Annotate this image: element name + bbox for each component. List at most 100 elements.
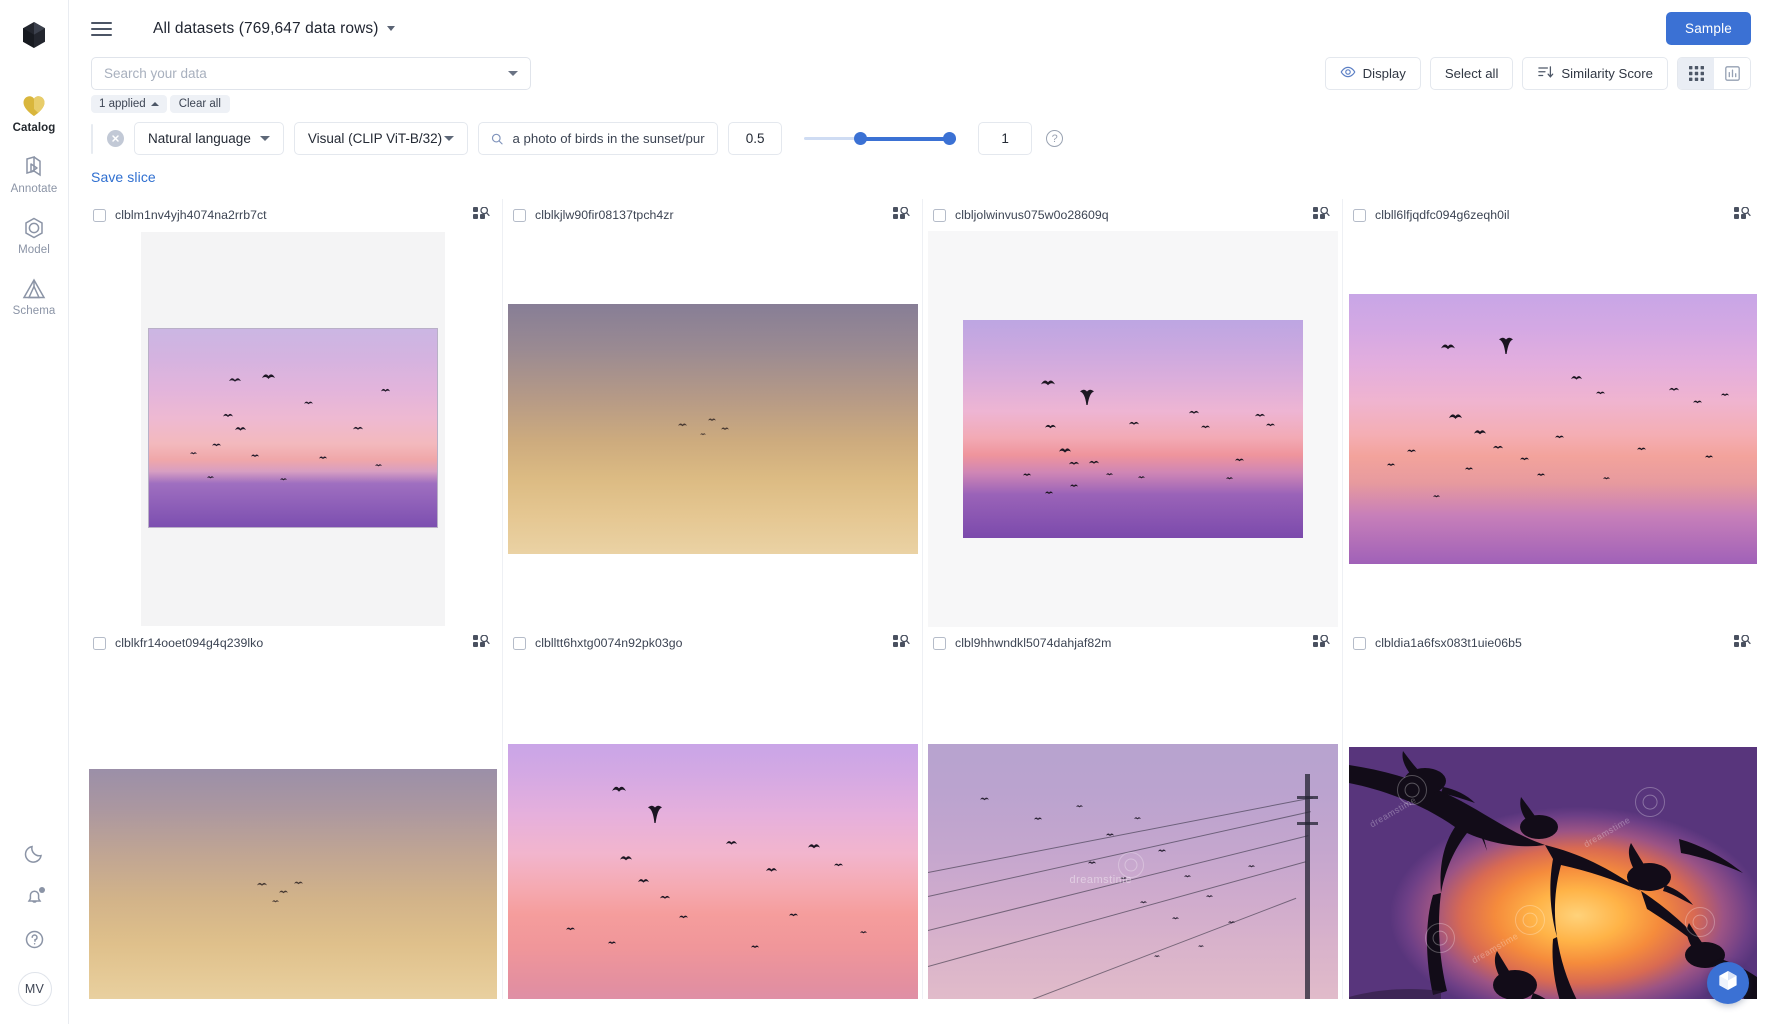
card-id: clblkjlw90fir08137tpch4zr [535, 208, 674, 222]
photo-frame [927, 231, 1338, 627]
search-toolbar-row: Display Select all Similarity Score [69, 57, 1769, 90]
find-similar-icon[interactable] [893, 206, 910, 224]
chart-view-icon[interactable] [1714, 58, 1750, 89]
clear-all-button[interactable]: Clear all [169, 95, 230, 113]
cube-logo-icon[interactable] [17, 18, 51, 52]
pole-crossarm [1296, 822, 1318, 825]
photo-frame [140, 232, 445, 626]
sidebar-item-catalog[interactable]: Catalog [0, 82, 69, 143]
row-select-checkbox[interactable] [513, 636, 526, 650]
search-box[interactable] [91, 57, 531, 90]
bell-icon[interactable] [24, 886, 45, 907]
photo-sunset-large-flock [1349, 294, 1757, 564]
help-circle-icon[interactable]: ? [1046, 130, 1064, 147]
card-id: clbl9hhwndkl5074dahjaf82m [955, 636, 1112, 650]
sample-button[interactable]: Sample [1666, 12, 1751, 45]
hamburger-menu-icon[interactable] [91, 16, 117, 42]
annotate-icon [22, 154, 46, 180]
card-image[interactable] [503, 659, 922, 999]
card-header: clblkfr14ooet094g4q239lko [83, 627, 502, 659]
avatar[interactable]: MV [17, 972, 52, 1006]
slider-knob-high[interactable] [943, 132, 957, 145]
chevron-down-icon[interactable] [508, 71, 518, 76]
sidebar-item-model[interactable]: Model [0, 204, 69, 265]
slider-knob-low[interactable] [854, 132, 868, 145]
find-similar-icon[interactable] [473, 634, 490, 652]
display-label: Display [1362, 66, 1406, 81]
watermark-text: dreamstime [1069, 874, 1132, 886]
grid-card: clbljolwinvus075w0o28609q [923, 199, 1343, 627]
sort-similarity-button[interactable]: Similarity Score [1522, 57, 1668, 90]
grid-card: clblkjlw90fir08137tpch4zr [503, 199, 923, 627]
similarity-range-slider[interactable] [804, 122, 957, 155]
card-image[interactable] [923, 231, 1342, 627]
find-similar-icon[interactable] [1734, 634, 1751, 652]
card-image[interactable] [83, 659, 502, 999]
help-circle-icon[interactable] [24, 929, 45, 950]
threshold-max-value[interactable]: 1 [978, 122, 1033, 155]
sidebar-item-label: Schema [12, 305, 56, 317]
save-slice-button[interactable]: Save slice [69, 155, 1769, 185]
photo-sunset-flock [962, 320, 1303, 538]
power-wire [987, 897, 1296, 999]
filter-bar: Natural language Visual (CLIP ViT-B/32) … [69, 113, 1769, 155]
photo-sunset-haze-birds-2 [88, 769, 497, 999]
find-similar-icon[interactable] [1313, 206, 1330, 224]
filter-model-select[interactable]: Visual (CLIP ViT-B/32) [293, 122, 469, 155]
card-header: clbl9hhwndkl5074dahjaf82m [923, 627, 1342, 659]
find-similar-icon[interactable] [1734, 206, 1751, 224]
applied-count-label: 1 applied [99, 98, 146, 110]
row-select-checkbox[interactable] [93, 208, 106, 222]
filter-query-input[interactable]: a photo of birds in the sunset/purple/r [478, 122, 719, 155]
grid-card: clblltt6hxtg0074n92pk03go [503, 627, 923, 999]
filter-type-label: Natural language [148, 131, 251, 146]
card-image[interactable]: dreamstime [923, 659, 1342, 999]
card-header: clblkjlw90fir08137tpch4zr [503, 199, 922, 231]
power-wire [927, 811, 1311, 897]
row-select-checkbox[interactable] [1353, 208, 1366, 222]
watermark-ring [1117, 852, 1144, 878]
rail-bottom-group: MV [0, 843, 69, 1006]
row-select-checkbox[interactable] [933, 636, 946, 650]
row-select-checkbox[interactable] [513, 208, 526, 222]
view-toggle-group [1677, 57, 1751, 90]
branch-silhouette [1349, 751, 1757, 999]
card-image[interactable] [1343, 231, 1763, 627]
moon-icon[interactable] [24, 843, 45, 864]
chevron-down-icon [259, 136, 270, 141]
sidebar-item-annotate[interactable]: Annotate [0, 143, 69, 204]
dataset-selector[interactable]: All datasets (769,647 data rows) [153, 20, 395, 38]
card-image[interactable] [83, 231, 502, 627]
cube-logo-icon [1718, 970, 1738, 996]
card-image[interactable]: dreamstime dreamstime dreamstime [1343, 659, 1763, 999]
search-input[interactable] [104, 66, 508, 81]
card-id: clbljolwinvus075w0o28609q [955, 208, 1109, 222]
card-image[interactable] [503, 231, 922, 627]
find-similar-icon[interactable] [473, 206, 490, 224]
grid-view-icon[interactable] [1678, 58, 1714, 89]
utility-pole [1304, 774, 1310, 999]
row-select-checkbox[interactable] [93, 636, 106, 650]
row-select-checkbox[interactable] [1353, 636, 1366, 650]
select-all-button[interactable]: Select all [1429, 57, 1514, 90]
row-select-checkbox[interactable] [933, 208, 946, 222]
find-similar-icon[interactable] [1313, 634, 1330, 652]
grid-card: clbl9hhwndkl5074dahjaf82m dreamstime [923, 627, 1343, 999]
slider-fill [858, 136, 957, 141]
model-hexagon-icon [22, 215, 46, 241]
chevron-down-icon [444, 136, 455, 141]
filter-type-select[interactable]: Natural language [134, 122, 284, 155]
sidebar-item-schema[interactable]: Schema [0, 265, 69, 326]
grid-card: clbldia1a6fsx083t1uie06b5 dreamstime dre… [1343, 627, 1763, 999]
display-button[interactable]: Display [1324, 57, 1421, 90]
assistant-fab[interactable] [1707, 962, 1749, 1004]
applied-count-chip[interactable]: 1 applied [91, 95, 167, 113]
threshold-min-value[interactable]: 0.5 [728, 122, 783, 155]
sidebar-item-label: Annotate [10, 183, 58, 195]
toolbar-actions: Display Select all Similarity Score [1324, 57, 1751, 90]
card-id: clblkfr14ooet094g4q239lko [115, 636, 264, 650]
left-nav-rail: Catalog Annotate Model Schema MV [0, 0, 69, 1024]
close-circle-icon[interactable] [107, 130, 124, 147]
find-similar-icon[interactable] [893, 634, 910, 652]
card-header: clblm1nv4yjh4074na2rrb7ct [83, 199, 502, 231]
